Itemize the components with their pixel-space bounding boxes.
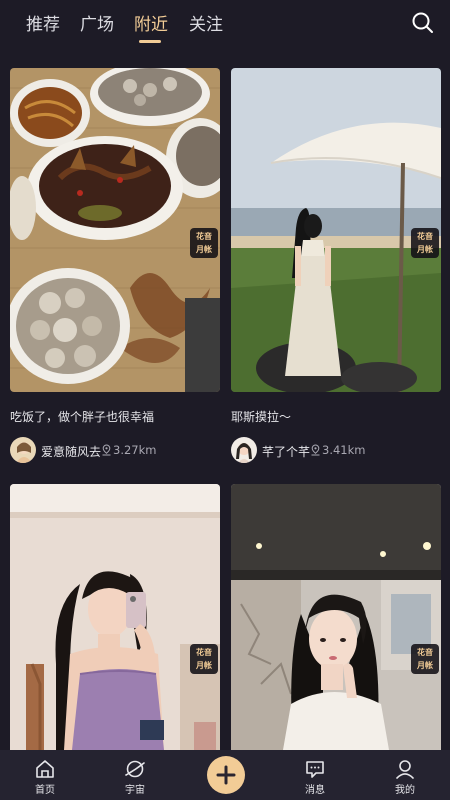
badge-line-1: 花音 bbox=[196, 648, 212, 657]
brand-watermark-badge: 花音 月帐 bbox=[190, 228, 218, 258]
tab-follow[interactable]: 关注 bbox=[189, 10, 223, 35]
card-photo-beach[interactable]: 花音 月帐 bbox=[231, 68, 441, 392]
nav-universe[interactable]: 宇宙 bbox=[100, 750, 170, 800]
home-icon bbox=[36, 760, 54, 778]
username[interactable]: 爱意随风去 bbox=[41, 443, 101, 460]
card-user-row[interactable]: 爱意随风去 3.27km bbox=[10, 437, 220, 463]
username[interactable]: 芊了个芊 bbox=[262, 443, 310, 460]
search-icon[interactable] bbox=[410, 10, 436, 36]
feed-card[interactable]: 花音 月帐 耶斯摸拉～ 芊了个芊 3.41km bbox=[231, 68, 441, 468]
tab-square[interactable]: 广场 bbox=[80, 10, 114, 35]
top-tab-bar: 推荐 广场 附近 关注 bbox=[0, 0, 450, 50]
tab-recommend[interactable]: 推荐 bbox=[26, 10, 60, 35]
brand-watermark-badge: 花音 月帐 bbox=[411, 228, 439, 258]
avatar[interactable] bbox=[231, 437, 257, 463]
card-photo-food[interactable]: 花音 月帐 bbox=[10, 68, 220, 392]
brand-watermark-badge: 花音 月帐 bbox=[411, 644, 439, 674]
location-icon bbox=[102, 444, 111, 456]
distance-label: 3.41km bbox=[322, 443, 366, 457]
nav-profile-label: 我的 bbox=[395, 785, 415, 796]
badge-line-1: 花音 bbox=[417, 648, 433, 657]
location-icon bbox=[311, 444, 320, 456]
avatar[interactable] bbox=[10, 437, 36, 463]
badge-line-2: 月帐 bbox=[196, 245, 212, 254]
badge-line-2: 月帐 bbox=[196, 661, 212, 670]
nav-profile[interactable]: 我的 bbox=[370, 750, 440, 800]
badge-line-1: 花音 bbox=[196, 232, 212, 241]
feed-card[interactable]: 花音 月帐 bbox=[10, 484, 220, 750]
nav-home-label: 首页 bbox=[35, 785, 55, 796]
feed-card[interactable]: 花音 月帐 bbox=[231, 484, 441, 750]
tab-nearby[interactable]: 附近 bbox=[134, 10, 168, 35]
nav-messages-label: 消息 bbox=[305, 785, 325, 796]
card-photo-portrait[interactable]: 花音 月帐 bbox=[231, 484, 441, 750]
badge-line-2: 月帐 bbox=[417, 661, 433, 670]
nav-universe-label: 宇宙 bbox=[125, 785, 145, 796]
planet-icon bbox=[125, 760, 145, 778]
feed-card[interactable]: 花音 月帐 吃饭了，做个胖子也很幸福 爱意随风去 3.27km bbox=[10, 68, 220, 468]
nav-home[interactable]: 首页 bbox=[10, 750, 80, 800]
badge-line-1: 花音 bbox=[417, 232, 433, 241]
card-user-row[interactable]: 芊了个芊 3.41km bbox=[231, 437, 441, 463]
distance-label: 3.27km bbox=[113, 443, 157, 457]
card-title: 吃饭了，做个胖子也很幸福 bbox=[10, 410, 155, 424]
profile-icon bbox=[396, 760, 414, 779]
create-post-button[interactable] bbox=[207, 756, 245, 794]
card-title: 耶斯摸拉～ bbox=[231, 410, 292, 424]
brand-watermark-badge: 花音 月帐 bbox=[190, 644, 218, 674]
card-photo-selfie[interactable]: 花音 月帐 bbox=[10, 484, 220, 750]
message-icon bbox=[306, 761, 324, 778]
plus-icon bbox=[216, 765, 236, 785]
nav-messages[interactable]: 消息 bbox=[280, 750, 350, 800]
bottom-navigation: 首页 宇宙 消息 我的 bbox=[0, 750, 450, 800]
active-tab-indicator bbox=[139, 40, 161, 43]
badge-line-2: 月帐 bbox=[417, 245, 433, 254]
